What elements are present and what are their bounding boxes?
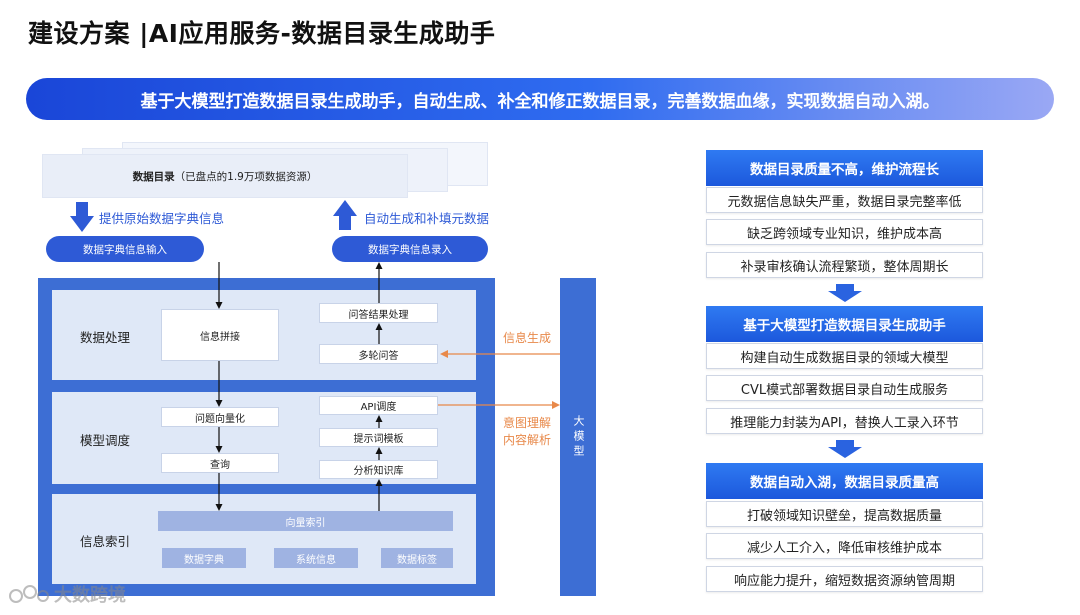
summary-banner: 基于大模型打造数据目录生成助手，自动生成、补全和修正数据目录，完善数据血缘，实现… <box>26 78 1054 120</box>
auto-generate-label: 自动生成和补填元数据 <box>364 211 490 226</box>
query-box: 查询 <box>161 453 279 473</box>
api-call-box: API调度 <box>319 396 438 415</box>
page-title: 建设方案 |AI应用服务-数据目录生成助手 <box>28 19 496 48</box>
band-label-processing: 数据处理 <box>80 330 131 345</box>
watermark-text: 大数跨境 <box>54 585 126 606</box>
arrow-up-icon <box>333 200 357 230</box>
system-info-box: 系统信息 <box>274 548 358 568</box>
data-dict-box: 数据字典 <box>162 548 246 568</box>
group1-item-2: 缺乏跨领域专业知识，维护成本高 <box>706 219 983 245</box>
intent-label-line2: 内容解析 <box>502 433 551 447</box>
catalog-title: 数据目录 <box>132 170 175 183</box>
group1-item-3: 补录审核确认流程繁琐，整体周期长 <box>706 252 983 278</box>
flow-down-icon <box>828 440 862 458</box>
qa-result-box: 问答结果处理 <box>319 303 438 323</box>
group3-item-2: 减少人工介入，降低审核维护成本 <box>706 533 983 559</box>
info-gen-label: 信息生成 <box>502 331 551 345</box>
catalog-note: （已盘点的1.9万项数据资源） <box>174 170 318 183</box>
llm-column: 大模型 <box>560 278 596 596</box>
group2-item-1: 构建自动生成数据目录的领域大模型 <box>706 343 983 369</box>
group2-item-3: 推理能力封装为API，替换人工录入环节 <box>706 408 983 434</box>
group1-heading: 数据目录质量不高，维护流程长 <box>706 150 983 186</box>
prompt-template-box: 提示词模板 <box>319 428 438 447</box>
group1-item-1: 元数据信息缺失严重，数据目录完整率低 <box>706 187 983 213</box>
group3-item-1: 打破领域知识壁垒，提高数据质量 <box>706 501 983 527</box>
watermark: 大数跨境 <box>8 581 126 607</box>
group3-item-3: 响应能力提升，缩短数据资源纳管周期 <box>706 566 983 592</box>
provide-dict-label: 提供原始数据字典信息 <box>99 211 225 226</box>
arrow-down-icon <box>70 202 94 232</box>
data-tag-box: 数据标签 <box>381 548 453 568</box>
dict-output-pill: 数据字典信息录入 <box>332 236 488 262</box>
analyze-kb-box: 分析知识库 <box>319 460 438 479</box>
intent-label-line1: 意图理解 <box>502 416 551 430</box>
watermark-logo-icon <box>9 585 49 603</box>
multi-turn-box: 多轮问答 <box>319 344 438 364</box>
band-label-scheduling: 模型调度 <box>80 433 131 448</box>
vector-index-box: 向量索引 <box>158 511 453 531</box>
llm-label: 大模型 <box>572 414 585 460</box>
group2-heading: 基于大模型打造数据目录生成助手 <box>706 306 983 342</box>
question-vector-box: 问题向量化 <box>161 407 279 427</box>
info-splice-box: 信息拼接 <box>161 309 279 361</box>
group2-item-2: CVL模式部署数据目录自动生成服务 <box>706 375 983 401</box>
catalog-card: 数据目录 （已盘点的1.9万项数据资源） <box>42 154 408 198</box>
band-label-indexing: 信息索引 <box>80 534 131 549</box>
flow-down-icon <box>828 284 862 302</box>
dict-input-pill: 数据字典信息输入 <box>46 236 204 262</box>
group3-heading: 数据自动入湖，数据目录质量高 <box>706 463 983 499</box>
